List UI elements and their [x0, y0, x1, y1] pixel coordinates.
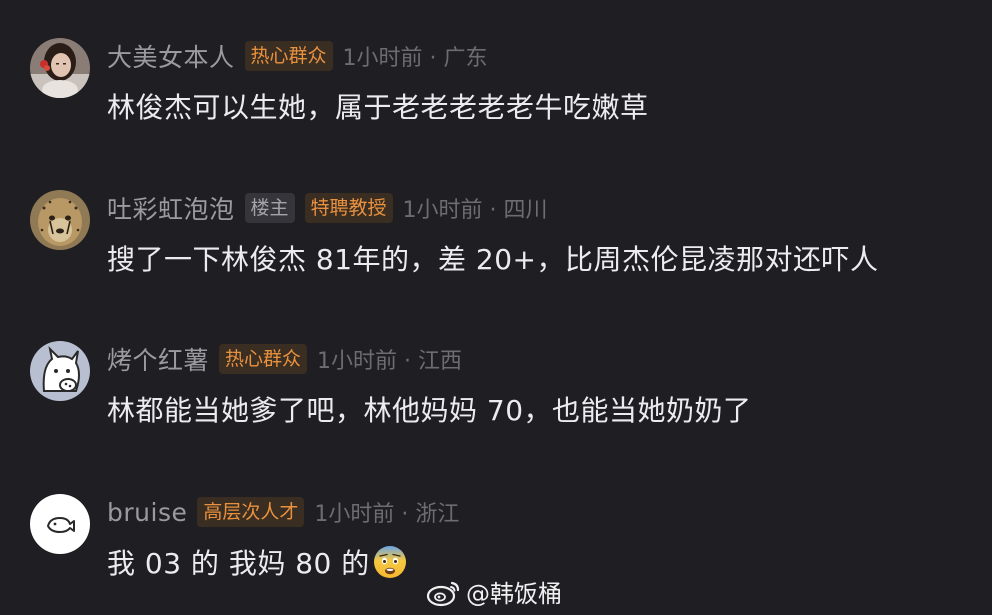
comment-item: 大美女本人 热心群众 1小时前 · 广东 林俊杰可以生她，属于老老老老老牛吃嫩草 — [30, 38, 970, 124]
user-avatar[interactable] — [30, 494, 90, 554]
username[interactable]: bruise — [107, 498, 187, 527]
comment-meta: 吐彩虹泡泡 楼主 特聘教授 1小时前 · 四川 — [107, 190, 548, 226]
user-badge: 热心群众 — [244, 41, 333, 71]
comment-meta: 大美女本人 热心群众 1小时前 · 广东 — [107, 38, 488, 74]
comment-text: 林俊杰可以生她，属于老老老老老牛吃嫩草 — [107, 91, 649, 124]
cheetah-photo-avatar-icon — [30, 190, 90, 250]
user-avatar[interactable] — [30, 341, 90, 401]
watermark-text: @韩饭桶 — [466, 580, 562, 608]
watermark: @韩饭桶 — [426, 574, 562, 609]
user-badge: 特聘教授 — [304, 193, 393, 223]
author-badge: 楼主 — [244, 193, 295, 223]
comment-text: 我 03 的 我妈 80 的 — [107, 542, 408, 582]
time-location: 1小时前 · 浙江 — [314, 502, 460, 527]
time-location: 1小时前 · 江西 — [317, 349, 463, 374]
comment-list: 大美女本人 热心群众 1小时前 · 广东 林俊杰可以生她，属于老老老老老牛吃嫩草 — [0, 0, 992, 615]
username[interactable]: 烤个红薯 — [107, 341, 209, 377]
comment-text: 林都能当她爹了吧，林他妈妈 70，也能当她奶奶了 — [107, 394, 752, 427]
username[interactable]: 吐彩虹泡泡 — [107, 190, 235, 226]
comment-item: 吐彩虹泡泡 楼主 特聘教授 1小时前 · 四川 搜了一下林俊杰 81年的，差 2… — [30, 190, 970, 276]
comment-meta: 烤个红薯 热心群众 1小时前 · 江西 — [107, 341, 462, 377]
comment-meta: bruise 高层次人才 1小时前 · 浙江 — [107, 494, 459, 530]
username[interactable]: 大美女本人 — [107, 38, 235, 74]
weibo-logo-icon — [426, 581, 460, 606]
woman-photo-avatar-icon — [30, 38, 90, 98]
user-badge: 热心群众 — [219, 344, 308, 374]
fearful-face-emoji-icon — [373, 546, 406, 578]
comment-text-content: 我 03 的 我妈 80 的 — [107, 547, 370, 580]
time-location: 1小时前 · 四川 — [402, 198, 548, 223]
user-avatar[interactable] — [30, 38, 90, 98]
white-fish-avatar-icon — [30, 494, 90, 554]
comment-item: bruise 高层次人才 1小时前 · 浙江 我 03 的 我妈 80 的 — [30, 494, 970, 580]
time-location: 1小时前 · 广东 — [342, 46, 488, 71]
user-avatar[interactable] — [30, 190, 90, 250]
comment-item: 烤个红薯 热心群众 1小时前 · 江西 林都能当她爹了吧，林他妈妈 70，也能当… — [30, 341, 970, 427]
cartoon-cat-avatar-icon — [30, 341, 90, 401]
comment-text: 搜了一下林俊杰 81年的，差 20+，比周杰伦昆凌那对还吓人 — [107, 243, 879, 276]
user-badge: 高层次人才 — [197, 497, 305, 527]
